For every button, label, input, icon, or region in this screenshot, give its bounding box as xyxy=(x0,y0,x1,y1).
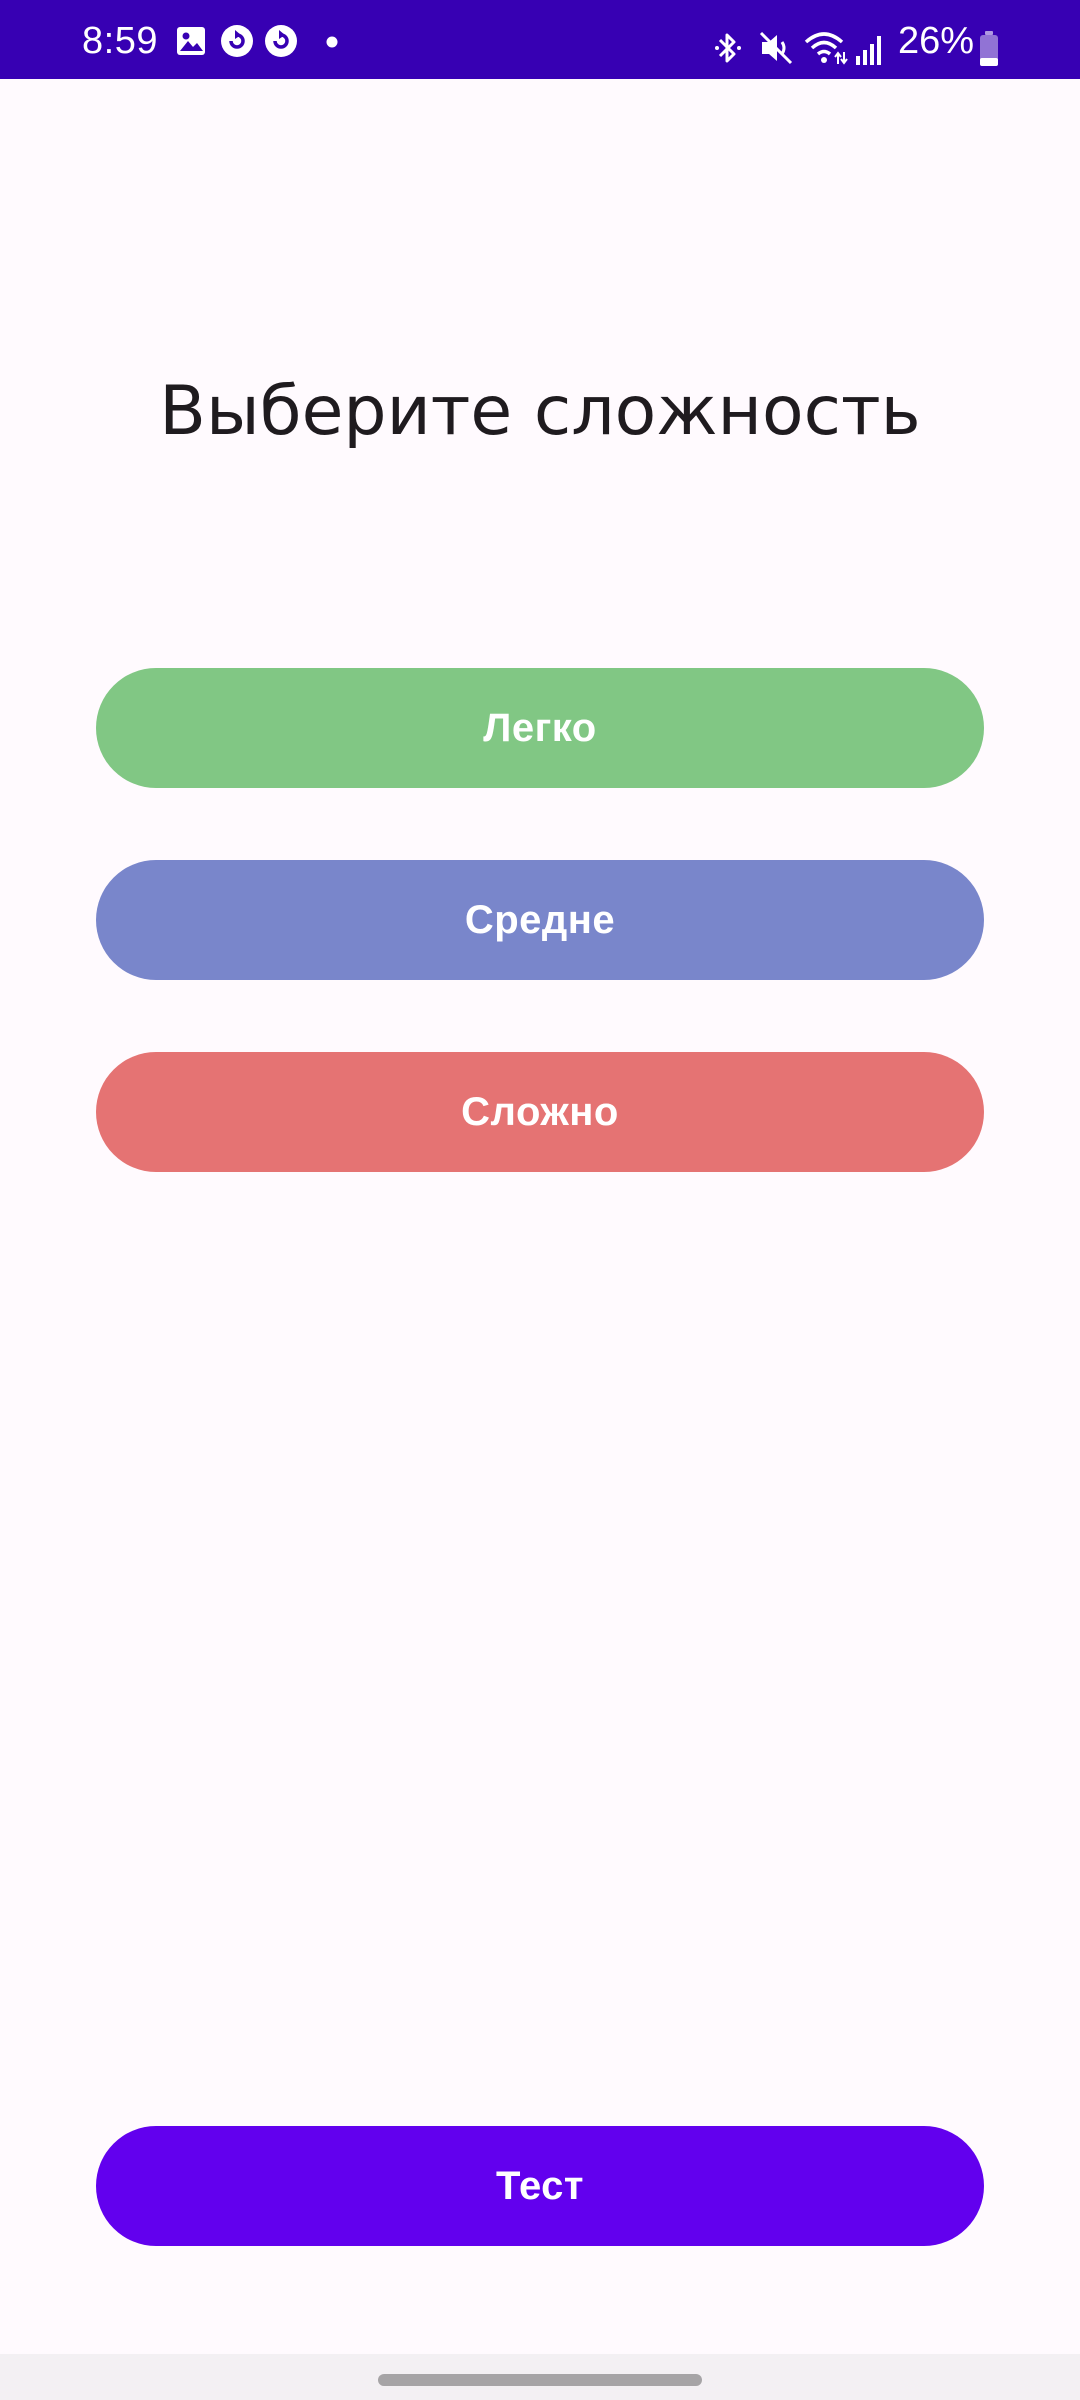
signal-icon xyxy=(854,32,884,71)
system-icons: 26% xyxy=(0,0,1080,79)
page-title: Выберите сложность xyxy=(159,372,921,451)
hard-button[interactable]: Сложно xyxy=(96,1052,984,1172)
battery-percent: 26% xyxy=(898,20,975,62)
bluetooth-icon xyxy=(714,30,742,71)
wifi-icon xyxy=(804,30,848,71)
easy-button[interactable]: Легко xyxy=(96,668,984,788)
test-button[interactable]: Тест xyxy=(96,2126,984,2246)
mute-icon xyxy=(758,30,794,71)
home-gesture-handle[interactable] xyxy=(378,2374,702,2386)
battery-icon xyxy=(978,30,1000,73)
medium-button[interactable]: Средне xyxy=(96,860,984,980)
navigation-bar xyxy=(0,2354,1080,2400)
status-bar: 8:59 26% xyxy=(0,0,1080,79)
